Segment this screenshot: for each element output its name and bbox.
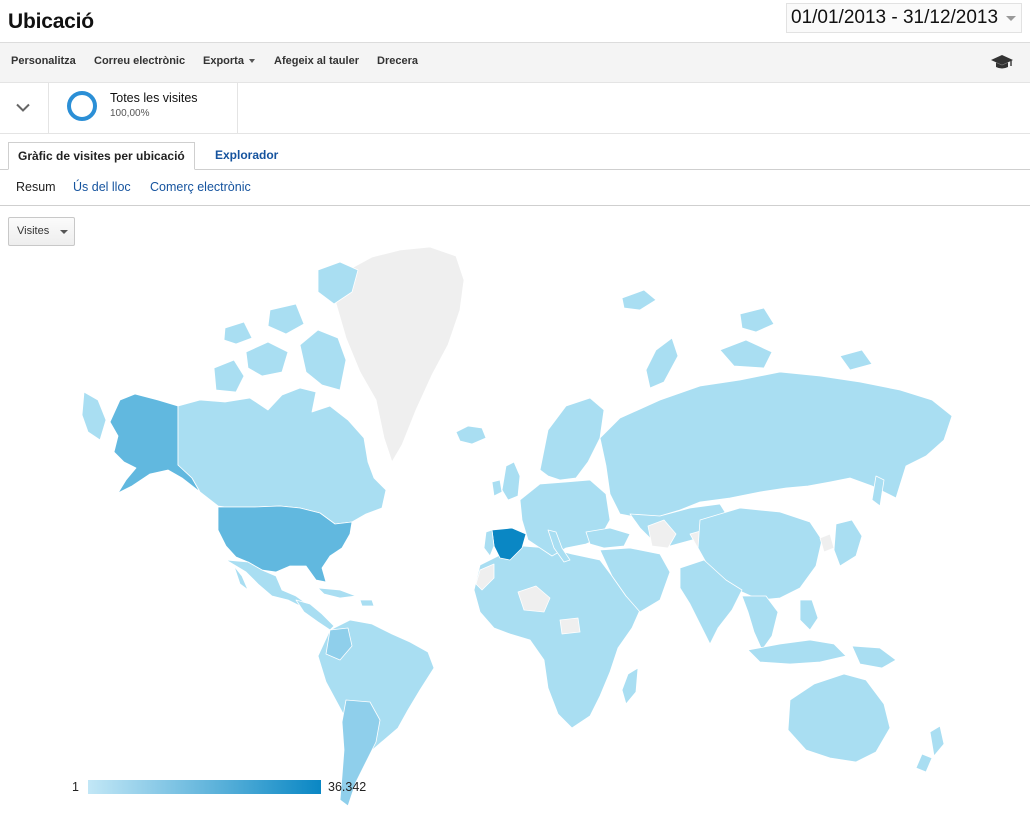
report-tabs: Gràfic de visites per ubicació Explorado… <box>0 134 1030 170</box>
map-region-canada-banks <box>213 359 245 393</box>
map-legend-min: 1 <box>72 780 79 794</box>
map-region-australia <box>787 673 891 763</box>
shortcut-button[interactable]: Drecera <box>377 55 418 67</box>
map-region-ireland <box>491 479 503 497</box>
metric-select[interactable]: Visites <box>8 217 75 246</box>
map-region-arctic-islands <box>719 339 773 369</box>
customize-button[interactable]: Personalitza <box>11 55 76 67</box>
map-region-turkey <box>585 527 631 549</box>
explorer-subtabs: Resum Ús del lloc Comerç electrònic <box>0 170 1030 206</box>
map-region-japan <box>833 519 863 567</box>
map-region-franz-josef <box>739 307 775 333</box>
report-toolbar: Personalitza Correu electrònic Exporta A… <box>0 43 1030 83</box>
map-region-south-sudan <box>559 617 581 635</box>
map-region-new-zealand-south <box>915 753 933 773</box>
date-range-picker[interactable]: 01/01/2013 - 31/12/2013 <box>786 3 1022 33</box>
map-region-portugal <box>483 529 495 557</box>
map-legend-max: 36.342 <box>328 780 367 794</box>
chevron-down-icon <box>16 103 30 112</box>
email-button[interactable]: Correu electrònic <box>94 55 185 67</box>
map-region-hispaniola <box>359 599 375 607</box>
map-region-uk <box>501 461 521 501</box>
map-region-novaya-zemlya <box>645 337 679 389</box>
map-region-russia <box>599 371 953 519</box>
map-region-canada <box>177 387 387 525</box>
segment-percent: 100,00% <box>110 108 150 119</box>
map-region-canada-devon <box>267 303 305 335</box>
map-region-canada-baffin <box>299 329 347 391</box>
subtab-site-usage[interactable]: Ús del lloc <box>73 180 131 194</box>
segment-expand-toggle[interactable] <box>0 83 49 133</box>
map-region-papua <box>851 645 897 669</box>
report-header: Ubicació 01/01/2013 - 31/12/2013 <box>0 0 1030 43</box>
map-legend-gradient <box>88 780 321 794</box>
export-button-label: Exporta <box>203 55 244 67</box>
world-map[interactable] <box>75 246 975 806</box>
graduation-cap-icon[interactable] <box>990 53 1014 71</box>
date-range-dropdown-icon[interactable] <box>1001 4 1021 32</box>
map-region-southeast-asia <box>741 595 779 651</box>
map-region-canada-islands <box>223 321 253 345</box>
metric-select-value: Visites <box>17 225 50 237</box>
map-region-iceland <box>455 425 487 445</box>
subtab-summary[interactable]: Resum <box>16 180 56 194</box>
tab-explorer[interactable]: Explorador <box>215 148 278 162</box>
map-region-svalbard <box>621 289 657 311</box>
chevron-down-icon <box>248 59 255 64</box>
map-region-cuba <box>317 587 357 599</box>
segment-bar: Totes les visites 100,00% <box>0 83 1030 134</box>
page-title: Ubicació <box>8 10 94 33</box>
map-region-new-zealand <box>929 725 945 757</box>
map-region-madagascar <box>621 667 639 705</box>
map-region-korea <box>819 533 835 553</box>
add-to-dashboard-button[interactable]: Afegeix al tauler <box>274 55 359 67</box>
export-button[interactable]: Exporta <box>203 55 255 67</box>
segment-ring-icon <box>67 91 97 121</box>
subtab-ecommerce[interactable]: Comerç electrònic <box>150 180 251 194</box>
map-region-arctic-islands-east <box>839 349 873 371</box>
segment-name: Totes les visites <box>110 91 198 105</box>
map-region-central-america <box>295 599 335 631</box>
tab-map-overlay[interactable]: Gràfic de visites per ubicació <box>8 142 195 170</box>
chevron-down-icon <box>60 230 68 234</box>
map-region-canada-victoria <box>245 341 289 377</box>
date-range-label: 01/01/2013 - 31/12/2013 <box>791 7 999 28</box>
map-region-scandinavia <box>539 397 605 481</box>
map-region-philippines <box>799 599 819 631</box>
map-region-alaska-west <box>81 391 107 441</box>
segment-card[interactable]: Totes les visites 100,00% <box>49 83 238 133</box>
